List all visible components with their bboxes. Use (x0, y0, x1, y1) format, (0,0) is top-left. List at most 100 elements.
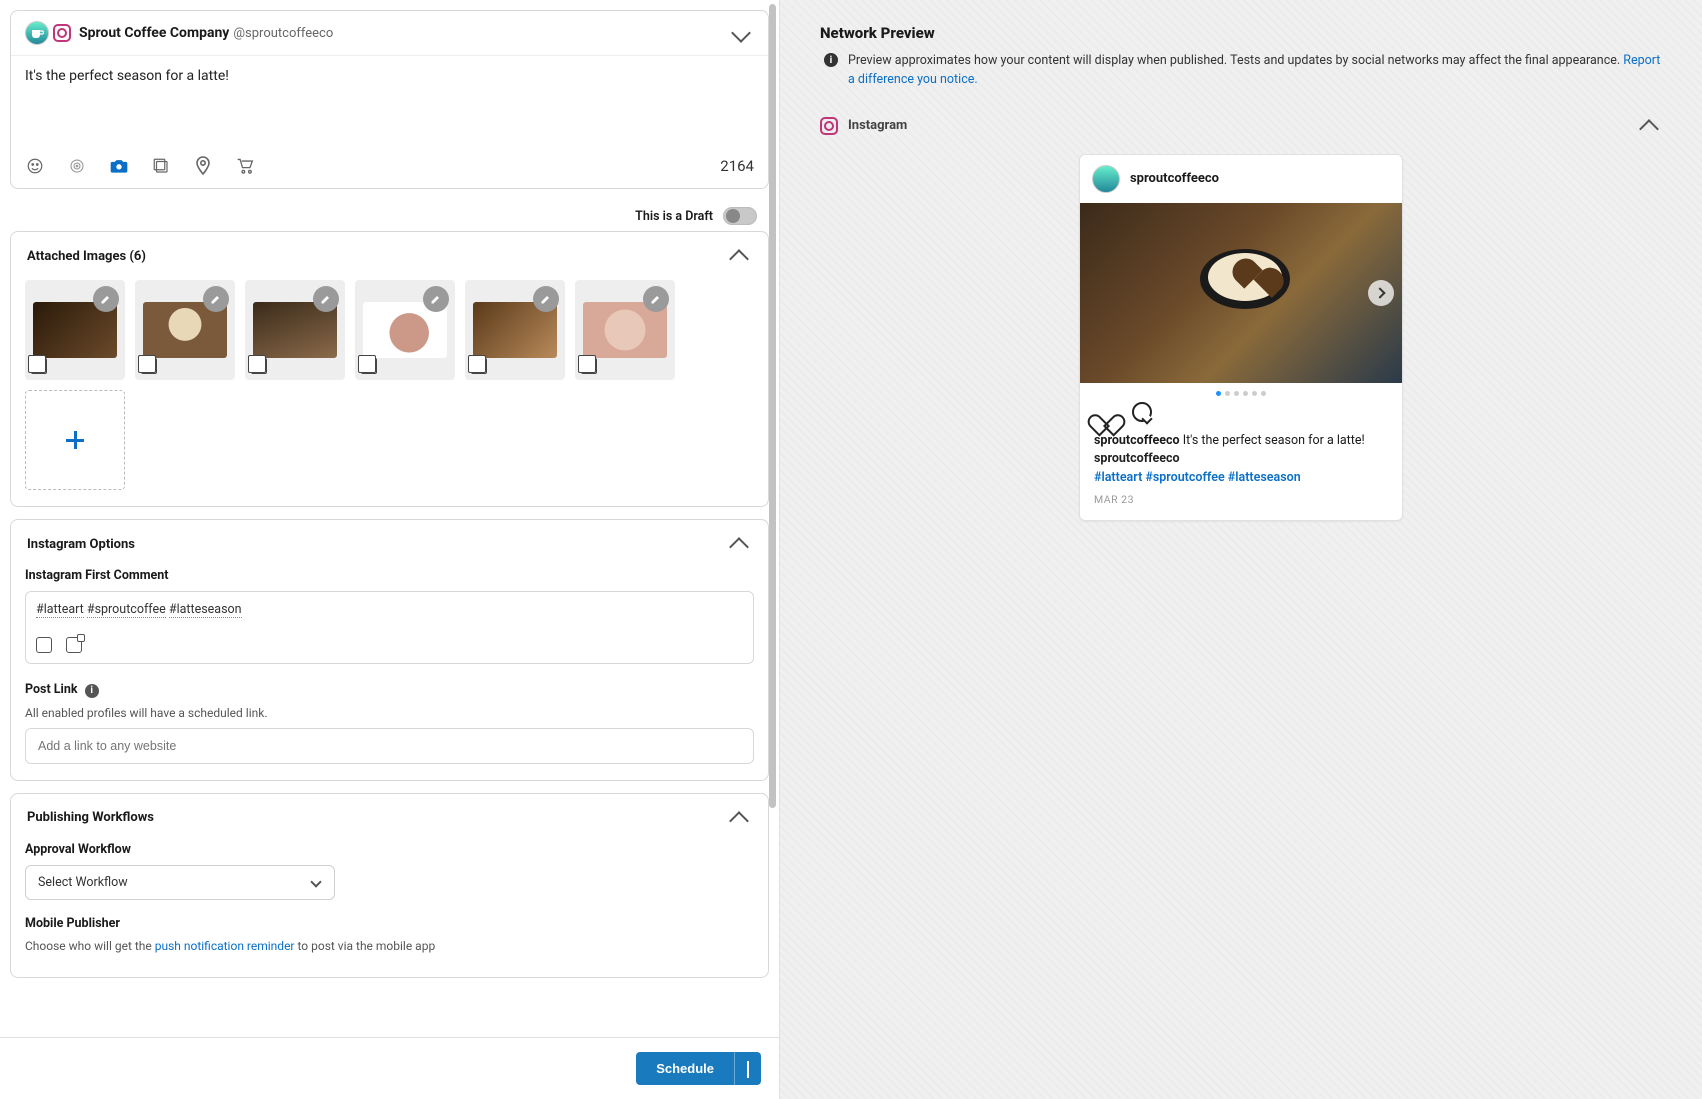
attached-images-title: Attached Images (6) (27, 249, 146, 264)
edit-icon[interactable] (93, 286, 119, 312)
carousel-dot[interactable] (1234, 391, 1239, 396)
image-thumb[interactable] (25, 280, 125, 380)
comment-icon[interactable] (1132, 402, 1152, 422)
attached-images-header[interactable]: Attached Images (6) (11, 232, 768, 280)
draft-label: This is a Draft (635, 209, 713, 224)
edit-icon[interactable] (533, 286, 559, 312)
multi-icon (141, 358, 157, 374)
image-thumb[interactable] (355, 280, 455, 380)
push-notification-link[interactable]: push notification reminder (155, 939, 295, 953)
preview-network-header[interactable]: Instagram (820, 116, 1662, 136)
post-text-input[interactable]: It's the perfect season for a latte! (25, 68, 754, 138)
carousel-dots (1080, 383, 1402, 398)
profile-avatar (25, 21, 49, 45)
draft-toggle-row: This is a Draft (10, 201, 769, 231)
preview-network-label: Instagram (848, 118, 907, 133)
multi-icon (31, 358, 47, 374)
cart-icon[interactable] (235, 156, 255, 176)
comment-template-icon[interactable] (36, 637, 52, 653)
approval-label: Approval Workflow (25, 842, 754, 857)
workflows-card: Publishing Workflows Approval Workflow S… (10, 793, 769, 978)
instagram-preview-card: sproutcoffeeco sproutcoffeeco It's the p… (1079, 154, 1403, 521)
mobile-publisher-help: Choose who will get the push notificatio… (25, 939, 754, 953)
first-comment-input[interactable]: #latteart #sproutcoffee #latteseason (25, 591, 754, 664)
info-icon: i (824, 53, 838, 67)
action-bar: Schedule (0, 1037, 779, 1099)
post-link-label: Post Link i (25, 682, 754, 698)
emoji-icon[interactable] (25, 156, 45, 176)
image-thumb[interactable] (245, 280, 345, 380)
edit-icon[interactable] (643, 286, 669, 312)
approval-placeholder: Select Workflow (38, 875, 128, 890)
thumbnail-grid (25, 280, 754, 490)
location-icon[interactable] (193, 156, 213, 176)
edit-icon[interactable] (423, 286, 449, 312)
carousel-dot[interactable] (1243, 391, 1248, 396)
compose-scroll[interactable]: Sprout Coffee Company @sproutcoffeeco It… (0, 0, 779, 1037)
info-icon[interactable]: i (85, 684, 99, 698)
char-count: 2164 (720, 157, 754, 175)
gallery-icon[interactable] (151, 156, 171, 176)
first-comment-text: #latteart #sproutcoffee #latteseason (36, 602, 743, 617)
mobile-publisher-label: Mobile Publisher (25, 916, 754, 931)
instagram-icon (820, 117, 838, 135)
chevron-down-icon (310, 876, 321, 887)
multi-icon (471, 358, 487, 374)
preview-title: Network Preview (820, 24, 1662, 42)
preview-actions (1080, 398, 1402, 432)
composer-card: Sprout Coffee Company @sproutcoffeeco It… (10, 10, 769, 189)
chevron-up-icon[interactable] (1639, 119, 1659, 139)
target-icon[interactable] (67, 156, 87, 176)
approval-workflow-select[interactable]: Select Workflow (25, 865, 335, 900)
image-thumb[interactable] (575, 280, 675, 380)
instagram-options-card: Instagram Options Instagram First Commen… (10, 519, 769, 781)
image-thumb[interactable] (135, 280, 235, 380)
preview-pane: Network Preview i Preview approximates h… (780, 0, 1702, 1099)
chevron-up-icon[interactable] (729, 537, 749, 557)
preview-caption: sproutcoffeeco It's the perfect season f… (1094, 432, 1388, 451)
post-link-help: All enabled profiles will have a schedul… (25, 706, 754, 720)
comment-asset-icon[interactable] (66, 637, 82, 653)
preview-note: i Preview approximates how your content … (820, 52, 1662, 90)
camera-icon[interactable] (109, 156, 129, 176)
preview-media[interactable] (1080, 203, 1402, 383)
add-image-button[interactable] (25, 390, 125, 490)
chevron-down-icon (747, 1061, 749, 1078)
schedule-button[interactable]: Schedule (636, 1052, 734, 1085)
carousel-dot[interactable] (1216, 391, 1221, 396)
multi-icon (251, 358, 267, 374)
carousel-dot[interactable] (1252, 391, 1257, 396)
attached-images-card: Attached Images (6) (10, 231, 769, 507)
preview-card-header: sproutcoffeeco (1080, 155, 1402, 203)
post-link-input[interactable] (25, 728, 754, 764)
draft-toggle[interactable] (723, 207, 757, 225)
preview-first-comment: sproutcoffeeco #latteart #sproutcoffee #… (1094, 450, 1388, 488)
instagram-options-title: Instagram Options (27, 537, 135, 552)
chevron-up-icon[interactable] (729, 811, 749, 831)
composer-toolbar: 2164 (11, 148, 768, 188)
edit-icon[interactable] (313, 286, 339, 312)
chevron-up-icon[interactable] (729, 249, 749, 269)
instagram-icon (53, 24, 71, 42)
workflows-header[interactable]: Publishing Workflows (11, 794, 768, 842)
carousel-dot[interactable] (1261, 391, 1266, 396)
image-thumb[interactable] (465, 280, 565, 380)
scrollbar[interactable] (769, 4, 776, 1035)
compose-pane: Sprout Coffee Company @sproutcoffeeco It… (0, 0, 780, 1099)
workflows-title: Publishing Workflows (27, 810, 154, 825)
chevron-down-icon[interactable] (731, 23, 751, 43)
preview-date: MAR 23 (1094, 492, 1388, 508)
edit-icon[interactable] (203, 286, 229, 312)
chevron-right-icon (1374, 287, 1385, 298)
multi-icon (361, 358, 377, 374)
heart-icon[interactable] (1094, 402, 1116, 424)
instagram-options-header[interactable]: Instagram Options (11, 520, 768, 568)
carousel-next-button[interactable] (1368, 280, 1394, 306)
preview-username: sproutcoffeeco (1130, 171, 1219, 186)
profile-selector[interactable]: Sprout Coffee Company @sproutcoffeeco (11, 11, 768, 55)
schedule-dropdown-button[interactable] (734, 1052, 761, 1085)
carousel-dot[interactable] (1225, 391, 1230, 396)
first-comment-label: Instagram First Comment (25, 568, 754, 583)
preview-body: sproutcoffeeco It's the perfect season f… (1080, 432, 1402, 520)
profile-name: Sprout Coffee Company (79, 25, 229, 41)
